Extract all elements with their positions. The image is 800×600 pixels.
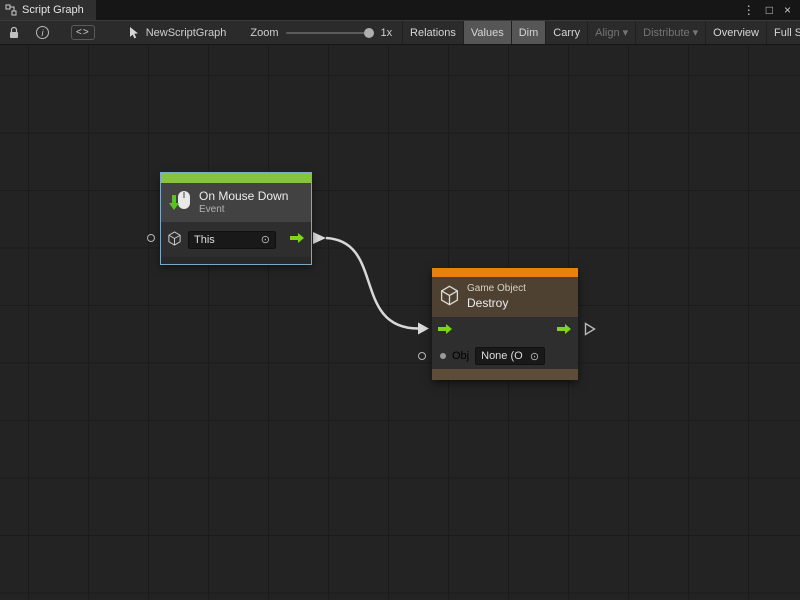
node-subtitle: Event [199,204,288,217]
relations-button[interactable]: Relations [402,21,463,44]
value-input-port[interactable] [147,234,155,242]
zoom-control: Zoom 1x [250,27,392,39]
dim-button[interactable]: Dim [511,21,546,44]
node-footer [432,369,578,380]
close-icon[interactable]: × [784,3,791,17]
node-footer [161,257,311,264]
tab-label: Script Graph [22,4,84,16]
dropdown-caret-icon: ▾ [693,26,699,39]
node-header: On Mouse Down Event [161,183,311,222]
edit-graph-cursor-icon [129,27,140,39]
distribute-button: Distribute ▾ [635,21,705,44]
node-category: Game Object [467,283,526,296]
node-accent-bar [432,268,578,277]
graph-name-label: NewScriptGraph [146,27,227,39]
node-destroy[interactable]: Game Object Destroy Obj [432,268,578,380]
target-object-field[interactable]: This ⊙ [188,231,276,249]
graph-toolbar: i <> NewScriptGraph Zoom 1x Relations Va… [0,20,800,45]
flow-output-port[interactable] [290,232,305,247]
flow-continue-arrow [584,322,596,339]
obj-value-field[interactable]: None (O ⊙ [475,347,545,365]
wire-layer [0,45,800,600]
node-on-mouse-down[interactable]: On Mouse Down Event This ⊙ [161,173,311,264]
maximize-icon[interactable]: □ [766,3,773,17]
tab-bar: Script Graph ⋮ □ × [0,0,800,20]
obj-input-port[interactable] [418,352,426,360]
node-body: Obj None (O ⊙ [432,317,578,369]
align-button: Align ▾ [587,21,635,44]
flow-input-port[interactable] [438,323,453,338]
values-button[interactable]: Values [463,21,511,44]
game-object-cube-icon [167,231,182,249]
dropdown-caret-icon: ▾ [623,26,629,39]
game-object-cube-icon [439,285,460,309]
mouse-down-icon [168,189,192,216]
object-picker-icon[interactable]: ⊙ [261,233,270,246]
info-icon[interactable]: i [36,26,49,39]
script-graph-window: Script Graph ⋮ □ × i <> NewScriptGraph Z… [0,0,800,600]
menu-icon[interactable]: ⋮ [743,3,755,17]
object-picker-icon[interactable]: ⊙ [530,350,539,363]
graph-breadcrumb[interactable]: NewScriptGraph [129,27,227,39]
lock-icon[interactable] [8,26,20,39]
window-controls: ⋮ □ × [743,3,800,17]
fullscreen-button[interactable]: Full S [766,21,800,44]
code-preview-icon[interactable]: <> [71,25,95,40]
toolbar-buttons: Relations Values Dim Carry Align ▾ Distr… [402,21,800,44]
node-header: Game Object Destroy [432,277,578,317]
zoom-slider-knob[interactable] [364,28,374,38]
tab-script-graph[interactable]: Script Graph [0,0,96,20]
wire-dest-arrowhead [418,323,429,335]
node-title: Destroy [467,296,526,311]
zoom-slider[interactable] [286,32,374,34]
overview-button[interactable]: Overview [705,21,766,44]
node-title: On Mouse Down [199,189,288,204]
node-body: This ⊙ [161,222,311,257]
flow-output-port[interactable] [557,323,572,338]
zoom-value: 1x [381,27,393,39]
wire-source-arrowhead [313,232,326,244]
node-accent-bar [161,173,311,183]
graph-canvas[interactable]: On Mouse Down Event This ⊙ [0,45,800,600]
zoom-label: Zoom [250,27,278,39]
value-port-dot [440,353,446,359]
connection-wire[interactable] [326,238,418,329]
carry-button[interactable]: Carry [545,21,587,44]
graph-tab-icon [5,4,17,16]
param-label: Obj [452,350,469,362]
